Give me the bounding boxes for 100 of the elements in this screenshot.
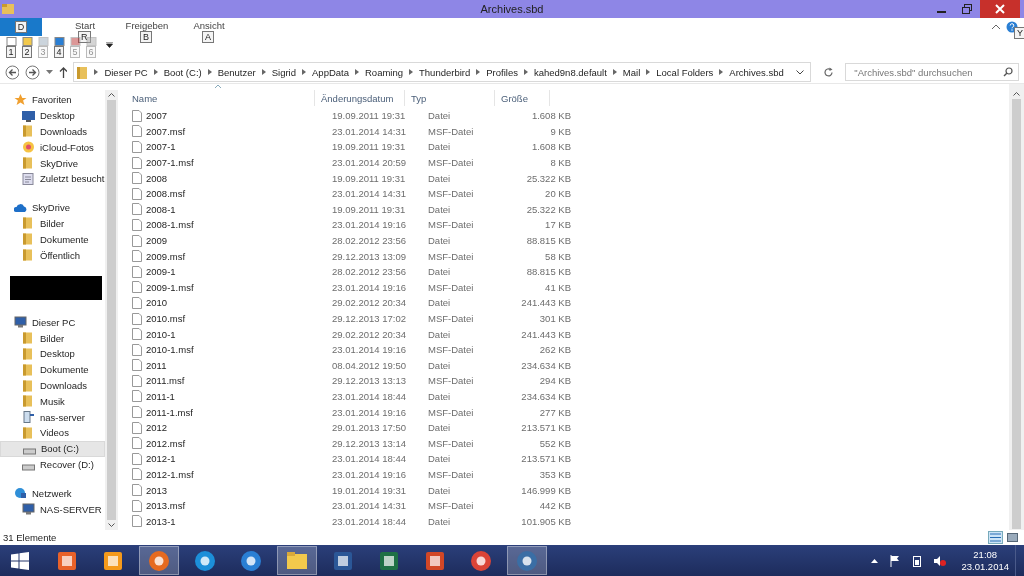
breadcrumb[interactable]: Roaming — [365, 66, 404, 78]
file-name[interactable]: 2011 — [146, 359, 167, 371]
file-name[interactable]: 2012.msf — [146, 437, 186, 449]
column-header[interactable]: Typ — [405, 90, 495, 106]
file-name[interactable]: 2013-1 — [146, 515, 176, 527]
battery-icon[interactable] — [912, 554, 923, 567]
file-name[interactable]: 2009-1 — [146, 266, 176, 278]
chevron-icon[interactable] — [355, 69, 359, 75]
file-name[interactable]: 2007-1.msf — [146, 157, 194, 169]
file-name[interactable]: 2007-1 — [146, 141, 176, 153]
file-name[interactable]: 2010.msf — [146, 313, 186, 324]
clock[interactable]: 21:08 23.01.2014 — [961, 548, 1009, 573]
file-name[interactable]: 2011-1.msf — [146, 406, 193, 418]
flag-icon[interactable] — [890, 554, 901, 567]
scrollbar[interactable] — [1009, 84, 1024, 530]
ribbon-tab[interactable]: Ansicht — [189, 19, 229, 31]
taskbar-button[interactable] — [507, 546, 547, 575]
nav-item[interactable]: Öffentlich — [0, 247, 105, 263]
breadcrumb[interactable]: Boot (C:) — [163, 66, 202, 78]
close-button[interactable] — [980, 0, 1020, 18]
file-name[interactable]: 2007 — [146, 110, 168, 122]
scroll-up-icon[interactable] — [1013, 92, 1020, 96]
file-name[interactable]: 2012 — [146, 422, 168, 434]
breadcrumb[interactable]: Dieser PC — [104, 66, 148, 78]
nav-item[interactable]: Downloads — [0, 123, 105, 140]
breadcrumb[interactable]: Profiles — [486, 66, 518, 78]
file-name[interactable]: 2008 — [146, 172, 168, 184]
address-bar[interactable]: Dieser PC Boot (C:) Benutzer Sigrid AppData Roaming Thunderbird Profiles kahed9n8.default Mail Local Folders Archives.sbd — [73, 62, 811, 82]
file-name[interactable]: 2011.msf — [146, 375, 185, 387]
back-arrow-icon[interactable] — [5, 64, 20, 80]
details-view-button[interactable] — [988, 531, 1003, 544]
chevron-icon[interactable] — [476, 69, 481, 75]
up-arrow-icon[interactable] — [58, 66, 68, 78]
search-icon[interactable] — [1003, 67, 1013, 77]
file-name[interactable]: 2013.msf — [146, 500, 186, 512]
file-name[interactable]: 2008-1.msf — [146, 219, 194, 231]
breadcrumb[interactable]: Thunderbird — [419, 66, 471, 78]
toolbar-icon[interactable] — [5, 37, 17, 46]
scrollbar[interactable] — [105, 90, 118, 530]
column-header[interactable]: Änderungsdatum — [315, 90, 405, 106]
chevron-icon[interactable] — [94, 69, 99, 75]
chevron-icon[interactable] — [207, 69, 212, 75]
file-name[interactable]: 2012-1.msf — [146, 468, 194, 480]
chevron-icon[interactable] — [153, 69, 158, 75]
file-name[interactable]: 2009.msf — [146, 250, 186, 262]
nav-item[interactable]: Musik — [0, 393, 105, 410]
nav-item[interactable]: Bilder — [0, 215, 105, 232]
file-tab[interactable]: D — [0, 18, 42, 36]
nav-item[interactable]: NAS-SERVER — [0, 501, 105, 517]
ribbon-tab[interactable]: Freigeben — [121, 19, 173, 31]
scroll-down-icon[interactable] — [108, 523, 115, 527]
speaker-muted-icon[interactable] — [934, 554, 947, 567]
nav-item[interactable]: Zuletzt besucht — [0, 171, 105, 187]
nav-item[interactable]: Netzwerk — [0, 485, 105, 502]
chevron-icon[interactable] — [523, 69, 528, 75]
breadcrumb[interactable]: kahed9n8.default — [533, 66, 607, 78]
file-name[interactable]: 2009 — [146, 235, 168, 247]
search-field[interactable]: "Archives.sbd" durchsuchen — [845, 63, 1019, 81]
breadcrumb[interactable]: Local Folders — [656, 66, 714, 78]
scroll-up-icon[interactable] — [108, 93, 115, 97]
show-hidden-icon[interactable] — [871, 558, 879, 563]
nav-item[interactable]: Desktop — [0, 346, 105, 362]
file-name[interactable]: 2008-1 — [146, 203, 176, 215]
file-name[interactable]: 2007.msf — [146, 125, 186, 137]
nav-item[interactable]: SkyDrive — [0, 199, 105, 216]
nav-item[interactable]: nas-server — [0, 409, 105, 425]
nav-item[interactable]: Recover (D:) — [0, 456, 105, 473]
dropdown-arrow-icon[interactable] — [106, 42, 113, 48]
chevron-icon[interactable] — [409, 69, 414, 75]
nav-item[interactable]: SkyDrive — [0, 155, 105, 171]
toolbar-icon[interactable] — [53, 37, 65, 46]
tiles-view-button[interactable] — [1005, 531, 1020, 544]
nav-item[interactable]: iCloud-Fotos — [0, 139, 105, 156]
toolbar-icon[interactable] — [21, 37, 33, 46]
refresh-icon[interactable] — [822, 66, 834, 78]
file-name[interactable]: 2009-1.msf — [146, 281, 194, 293]
chevron-icon[interactable] — [302, 69, 306, 75]
file-name[interactable]: 2010-1 — [146, 328, 176, 340]
dropdown-caret-icon[interactable] — [795, 69, 804, 75]
nav-item[interactable]: Downloads — [0, 377, 105, 394]
breadcrumb[interactable]: Mail — [622, 66, 641, 78]
column-header[interactable]: Größe — [495, 90, 550, 106]
nav-item[interactable]: Dokumente — [0, 231, 105, 248]
collapse-icon[interactable] — [992, 24, 1000, 30]
nav-item[interactable]: Boot (C:) — [0, 440, 105, 457]
chevron-icon[interactable] — [719, 69, 724, 75]
nav-item[interactable]: Bilder — [0, 330, 105, 347]
file-name[interactable]: 2008.msf — [146, 188, 186, 200]
column-header[interactable]: Name — [126, 90, 315, 106]
file-name[interactable]: 2010 — [146, 297, 168, 309]
breadcrumb[interactable]: Sigrid — [271, 66, 296, 78]
file-name[interactable]: 2010-1.msf — [146, 344, 194, 356]
nav-item[interactable]: Dieser PC — [0, 314, 105, 331]
chevron-icon[interactable] — [261, 69, 266, 75]
breadcrumb[interactable]: Benutzer — [217, 66, 256, 78]
windows-logo-icon[interactable] — [11, 551, 29, 570]
chevron-icon[interactable] — [646, 69, 651, 75]
history-caret-icon[interactable] — [45, 70, 53, 74]
file-name[interactable]: 2013 — [146, 484, 168, 496]
file-name[interactable]: 2011-1 — [146, 391, 175, 402]
